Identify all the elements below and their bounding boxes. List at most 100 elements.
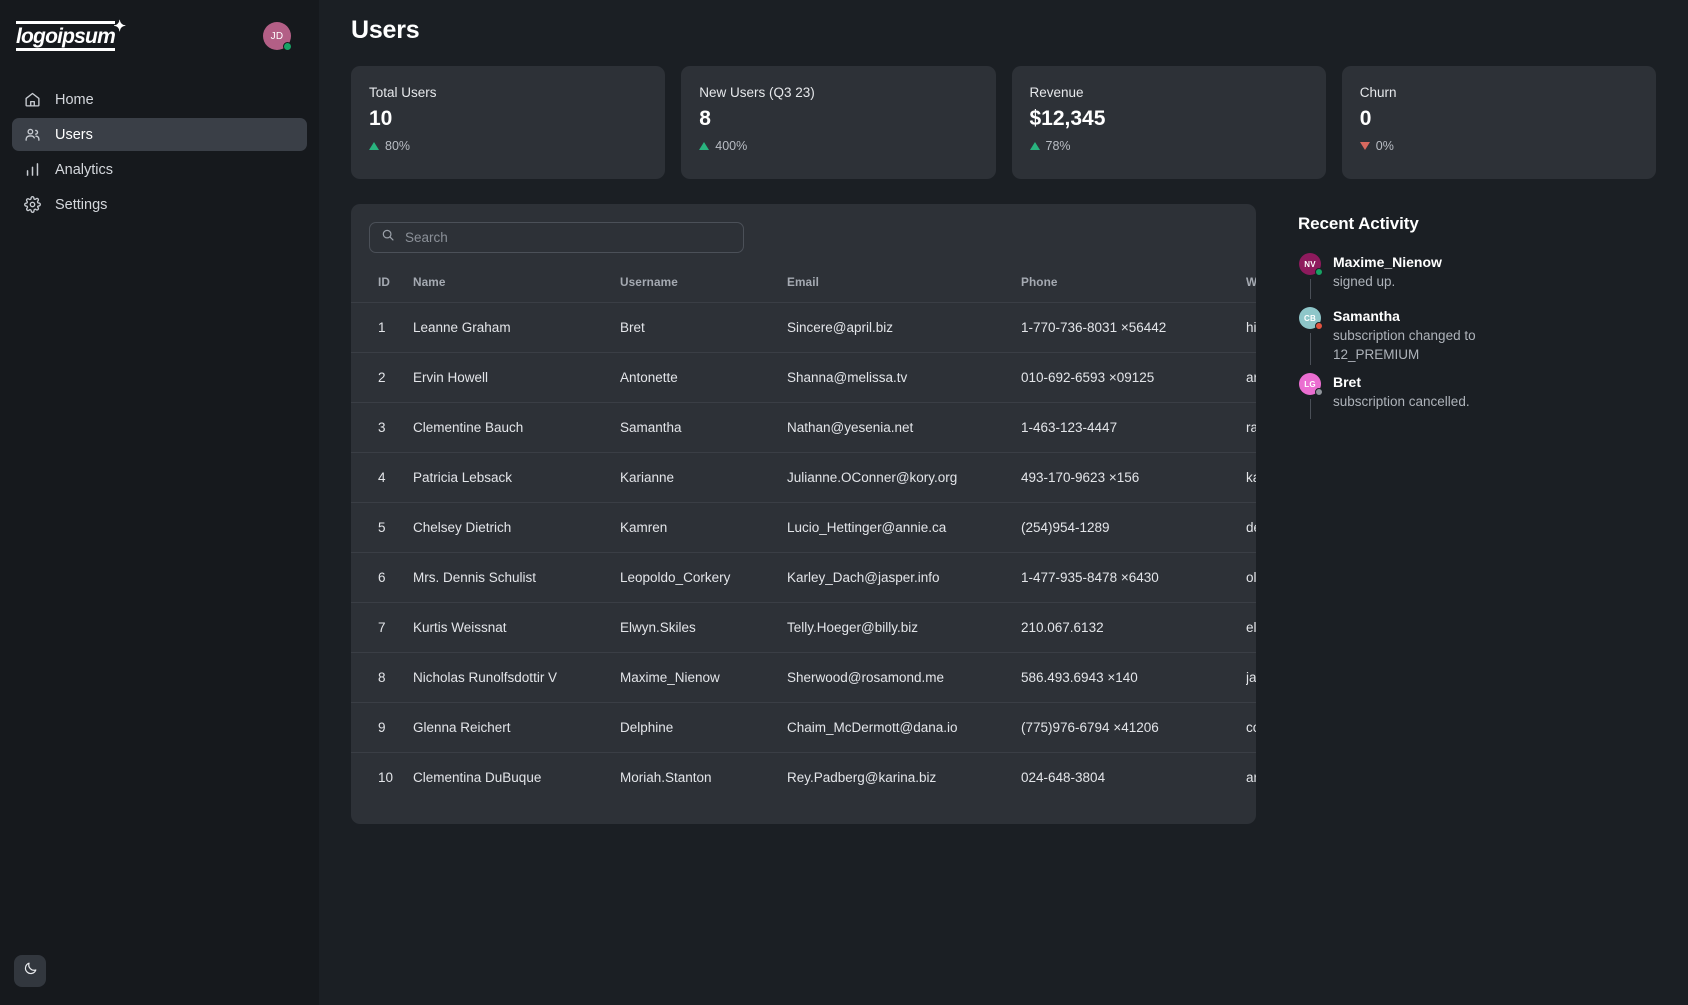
cell-phone: 1-463-123-4447 — [1021, 402, 1246, 453]
activity-avatar: NV — [1299, 253, 1323, 276]
table-row[interactable]: 5 Chelsey Dietrich Kamren Lucio_Hettinger@a… — [351, 502, 1256, 553]
activity-timeline-connector — [1309, 279, 1311, 299]
table-row[interactable]: 4 Patricia Lebsack Karianne Julianne.OConne… — [351, 452, 1256, 503]
brand-logo[interactable]: logoipsum ✦ — [14, 17, 126, 55]
stat-delta-value: 400% — [715, 139, 748, 154]
table-row[interactable]: 3 Clementine Bauch Samantha Nathan@yesenia.… — [351, 402, 1256, 453]
activity-avatar-column: LG — [1298, 373, 1323, 420]
cell-email: Lucio_Hettinger@annie.ca — [787, 502, 1021, 553]
cell-username: Elwyn.Skiles — [620, 602, 787, 653]
stat-label: New Users (Q3 23) — [699, 85, 815, 100]
activity-status-dot — [1315, 268, 1323, 276]
stat-delta: 78% — [1029, 139, 1326, 153]
cell-website: kale.biz — [1246, 452, 1256, 503]
home-icon — [24, 91, 41, 108]
cell-id: 8 — [351, 652, 413, 703]
sidebar-item-users[interactable]: Users — [12, 118, 307, 151]
stat-card-total-users: Total Users 10 80% — [351, 66, 666, 179]
cell-website: jacynthe.com — [1246, 652, 1256, 703]
stats-row: Total Users 10 80% New Users (Q3 23) 8 4… — [351, 66, 1656, 179]
cell-website: ramiro.info — [1246, 402, 1256, 453]
cell-website: ola.org — [1246, 552, 1256, 603]
cell-id: 1 — [351, 302, 413, 353]
sidebar-nav: Home Users Analytics Settings — [0, 83, 319, 221]
stat-card-revenue: Revenue $12,345 78% — [1011, 66, 1326, 179]
cell-id: 7 — [351, 602, 413, 653]
cell-name: Mrs. Dennis Schulist — [413, 552, 620, 603]
column-header-id[interactable]: ID — [351, 275, 413, 303]
cell-name: Clementine Bauch — [413, 402, 620, 453]
bar-chart-icon — [24, 161, 41, 178]
table-header-row: ID Name Username Email Phone Website — [351, 275, 1256, 303]
activity-timeline-connector — [1309, 333, 1311, 366]
cell-email: Julianne.OConner@kory.org — [787, 452, 1021, 503]
avatar[interactable]: JD — [263, 22, 292, 51]
search-input[interactable] — [405, 230, 732, 245]
table-row[interactable]: 7 Kurtis Weissnat Elwyn.Skiles Telly.Hoeger… — [351, 602, 1256, 653]
cell-name: Kurtis Weissnat — [413, 602, 620, 653]
activity-avatar-column: CB — [1298, 307, 1323, 366]
table-row[interactable]: 1 Leanne Graham Bret Sincere@april.biz 1-770… — [351, 302, 1256, 353]
main-content: Users Total Users 10 80% New Users (Q3 2… — [319, 0, 1688, 1005]
cell-email: Shanna@melissa.tv — [787, 352, 1021, 403]
cell-email: Telly.Hoeger@billy.biz — [787, 602, 1021, 653]
stat-label: Churn — [1359, 85, 1397, 100]
activity-item[interactable]: NV Maxime_Nienowsigned up. — [1298, 253, 1688, 307]
cell-phone: 010-692-6593 ×09125 — [1021, 352, 1246, 403]
stat-delta-value: 0% — [1375, 139, 1394, 154]
cell-id: 4 — [351, 452, 413, 503]
activity-avatar: LG — [1299, 373, 1323, 397]
cell-id: 3 — [351, 402, 413, 453]
sidebar-item-home[interactable]: Home — [12, 83, 307, 116]
activity-description: signed up. — [1333, 273, 1396, 289]
cell-phone: (254)954-1289 — [1021, 502, 1246, 553]
cell-username: Leopoldo_Corkery — [620, 552, 787, 603]
sidebar-item-label-settings: Settings — [55, 196, 108, 213]
column-header-name[interactable]: Name — [413, 275, 620, 303]
activity-body: Bret subscription cancelled. — [1333, 373, 1470, 419]
cell-phone: 493-170-9623 ×156 — [1021, 452, 1246, 503]
sidebar-item-label-analytics: Analytics — [55, 161, 114, 178]
sidebar: logoipsum ✦ JD Home Users Analytics Sett… — [0, 0, 319, 1005]
cell-phone: 1-770-736-8031 ×56442 — [1021, 302, 1246, 353]
activity-item[interactable]: LG Bret subscription cancelled. — [1298, 373, 1688, 427]
cell-website: ambrose.net — [1246, 752, 1256, 802]
trend-up-icon — [369, 142, 379, 151]
sidebar-item-analytics[interactable]: Analytics — [12, 153, 307, 186]
brand-logo-text: logoipsum — [16, 21, 116, 51]
column-header-username[interactable]: Username — [620, 275, 787, 303]
cell-name: Nicholas Runolfsdottir V — [413, 652, 620, 703]
sidebar-item-settings[interactable]: Settings — [12, 188, 307, 221]
table-row[interactable]: 9 Glenna Reichert Delphine Chaim_McDermott@… — [351, 702, 1256, 753]
cell-username: Bret — [620, 302, 787, 353]
cell-username: Samantha — [620, 402, 787, 453]
column-header-phone[interactable]: Phone — [1021, 275, 1246, 303]
avatar-online-indicator — [283, 42, 292, 51]
cell-username: Kamren — [620, 502, 787, 553]
table-row[interactable]: 10 Clementina DuBuque Moriah.Stanton Rey.Pa… — [351, 752, 1256, 802]
cell-phone: 210.067.6132 — [1021, 602, 1246, 653]
search-wrap — [351, 222, 1256, 253]
cell-id: 9 — [351, 702, 413, 753]
table-row[interactable]: 2 Ervin Howell Antonette Shanna@melissa.tv 0… — [351, 352, 1256, 403]
activity-description: subscription cancelled. — [1333, 393, 1470, 409]
activity-user-name: Maxime_Nienow — [1333, 254, 1442, 270]
column-header-website[interactable]: Website — [1246, 275, 1256, 303]
cell-email: Sherwood@rosamond.me — [787, 652, 1021, 703]
table-row[interactable]: 8 Nicholas Runolfsdottir V Maxime_Nienow Sh… — [351, 652, 1256, 703]
stat-delta: 0% — [1359, 139, 1656, 154]
cell-website: conrad.com — [1246, 702, 1256, 753]
cell-username: Moriah.Stanton — [620, 752, 787, 802]
cell-name: Chelsey Dietrich — [413, 502, 620, 553]
dark-mode-toggle-button[interactable] — [14, 955, 46, 987]
cell-name: Glenna Reichert — [413, 702, 620, 753]
sidebar-header: logoipsum ✦ JD — [0, 0, 319, 55]
gear-icon — [24, 196, 41, 213]
stat-label: Revenue — [1029, 85, 1084, 100]
table-row[interactable]: 6 Mrs. Dennis Schulist Leopoldo_Corkery Kar… — [351, 552, 1256, 603]
activity-item[interactable]: CB Samantha subscription changed to 12_PRE… — [1298, 307, 1688, 373]
column-header-email[interactable]: Email — [787, 275, 1021, 303]
stat-card-new-users: New Users (Q3 23) 8 400% — [681, 66, 996, 179]
search-box[interactable] — [369, 222, 744, 253]
search-icon — [381, 228, 395, 247]
